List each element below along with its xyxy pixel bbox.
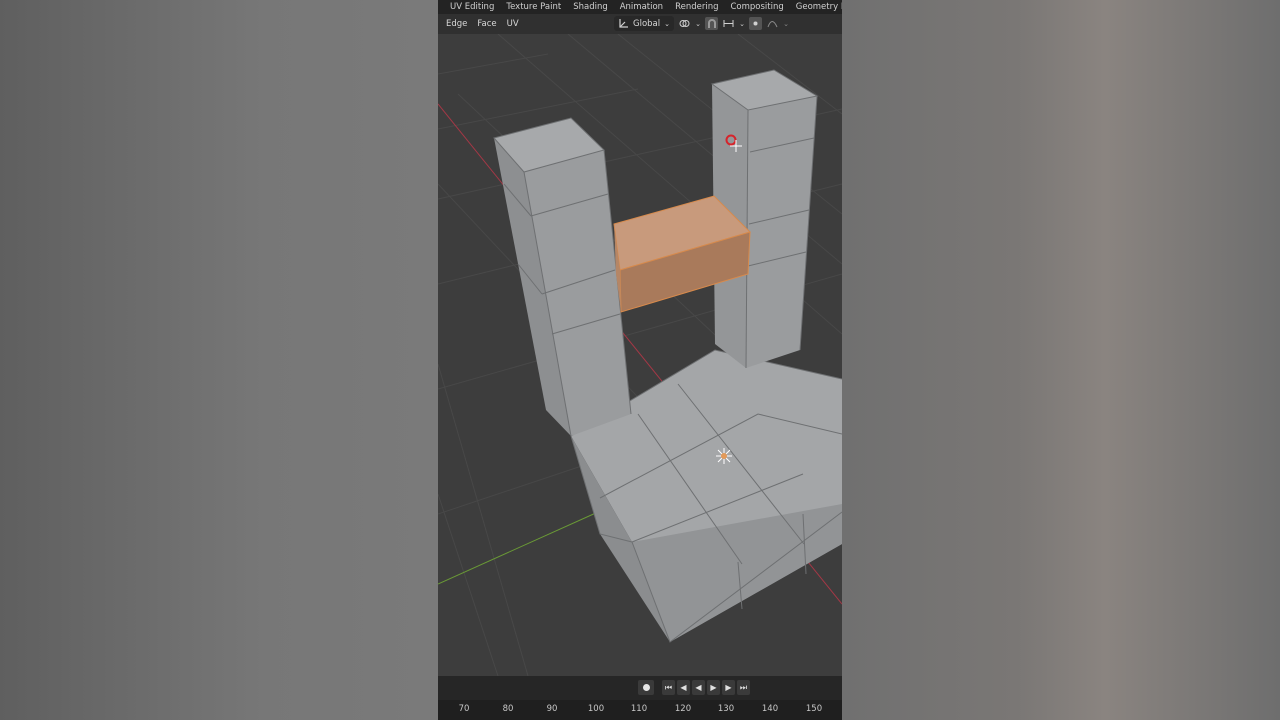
origin-gizmo-icon [716,448,732,464]
tab-shading[interactable]: Shading [567,2,614,12]
frame-label: 100 [587,704,605,714]
menu-face[interactable]: Face [475,19,498,29]
magnet-icon[interactable] [705,17,718,30]
proportional-icon[interactable] [749,17,762,30]
transform-orientation-dropdown[interactable]: Global ⌄ [614,16,674,31]
frame-label: 130 [717,704,735,714]
play-reverse-icon[interactable]: ◀ [692,680,705,695]
chevron-down-icon: ⌄ [664,19,670,28]
prev-keyframe-icon[interactable]: ◀ [677,680,690,695]
jump-end-icon[interactable]: ⏭ [737,680,750,695]
play-icon[interactable]: ▶ [707,680,720,695]
frame-label: 80 [502,704,514,714]
frame-label: 140 [761,704,779,714]
tab-texture-paint[interactable]: Texture Paint [500,2,567,12]
frame-label: 90 [546,704,558,714]
chevron-down-icon[interactable]: ⌄ [695,17,701,30]
mesh-pillar-left[interactable] [493,117,632,437]
blurred-background-left [0,0,438,720]
link-icon[interactable] [678,17,691,30]
record-icon[interactable] [638,680,654,695]
workspace-tab-bar: UV Editing Texture Paint Shading Animati… [438,0,842,14]
timeline-header: ⏮ ◀ ◀ ▶ ▶ ⏭ [438,676,842,700]
menu-edge[interactable]: Edge [444,19,469,29]
menu-uv[interactable]: UV [505,19,521,29]
jump-start-icon[interactable]: ⏮ [662,680,675,695]
tab-animation[interactable]: Animation [614,2,669,12]
y-axis-line [438,511,599,585]
tab-rendering[interactable]: Rendering [669,2,724,12]
viewport-scene [438,34,842,676]
chevron-down-icon[interactable]: ⌄ [783,17,789,30]
frame-label: 150 [805,704,823,714]
tab-geometry-nodes[interactable]: Geometry Nodes [790,2,842,12]
frame-label: 110 [630,704,648,714]
snap-controls: ⌄ ⌄ ⌄ [678,16,789,31]
timeline-ruler[interactable]: 70 80 90 100 110 120 130 140 150 [438,700,842,720]
falloff-curve-icon[interactable] [766,17,779,30]
frame-label: 120 [674,704,692,714]
chevron-down-icon[interactable]: ⌄ [739,17,745,30]
snap-increment-icon[interactable] [722,17,735,30]
playback-controls: ⏮ ◀ ◀ ▶ ▶ ⏭ [638,680,750,695]
viewport-header: Edge Face UV Global ⌄ ⌄ ⌄ ⌄ [438,14,842,34]
axis-icon [619,19,628,28]
blurred-background-right [842,0,1280,720]
next-keyframe-icon[interactable]: ▶ [722,680,735,695]
orientation-label: Global [633,18,661,29]
blender-window: UV Editing Texture Paint Shading Animati… [438,0,842,720]
tab-compositing[interactable]: Compositing [724,2,789,12]
3d-viewport[interactable] [438,34,842,676]
frame-label: 70 [458,704,470,714]
tab-uv-editing[interactable]: UV Editing [438,2,500,12]
